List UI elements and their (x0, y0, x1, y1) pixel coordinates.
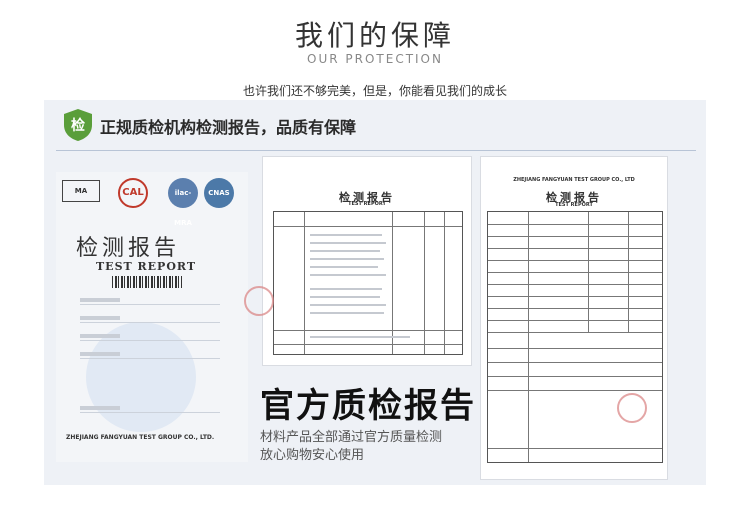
badge-char: 检 (71, 117, 85, 134)
test-report-cover: MA CAL ilac-MRA CNAS 检测报告 TEST REPORT ZH… (56, 172, 248, 462)
official-stamp (617, 393, 647, 423)
form-row (80, 314, 220, 323)
cma-logo: MA (62, 180, 100, 202)
report-table (487, 211, 663, 463)
official-stamp (244, 286, 274, 316)
report-title-en: TEST REPORT (555, 202, 593, 208)
form-row (80, 296, 220, 305)
page-title: 我们的保障 (294, 19, 455, 52)
form-row (80, 404, 220, 413)
report-title-en: TEST REPORT (348, 201, 386, 207)
test-report-detail-page: ZHEJIANG FANGYUAN TEST GROUP CO., LTD 检测… (480, 156, 668, 480)
promo-line-2: 放心购物安心使用 (260, 448, 365, 463)
company-header: ZHEJIANG FANGYUAN TEST GROUP CO., LTD (513, 177, 635, 183)
promo-headline: 官方质检报告 (260, 386, 476, 426)
page-subtitle: OUR PROTECTION (307, 52, 443, 66)
divider (56, 150, 696, 151)
banner-text: 正规质检机构检测报告，品质有保障 (100, 118, 357, 137)
report-title: 检测报告 (76, 236, 181, 261)
test-report-page: 检测报告 TEST REPORT (262, 156, 472, 366)
cal-logo: CAL (118, 178, 148, 208)
promo-line-1: 材料产品全部通过官方质量检测 (260, 430, 443, 445)
report-title-en: TEST REPORT (96, 260, 197, 273)
page-tagline: 也许我们还不够完美，但是，你能看见我们的成长 (242, 84, 507, 98)
certificate-panel: 检 正规质检机构检测报告，品质有保障 MA CAL ilac-MRA CNAS … (44, 100, 706, 485)
barcode (112, 276, 182, 288)
form-row (80, 332, 220, 341)
report-table (273, 211, 463, 355)
ilac-mra-logo: ilac-MRA (168, 178, 198, 227)
shield-check-icon: 检 (64, 109, 92, 141)
form-row (80, 350, 220, 359)
cnas-logo: CNAS (204, 178, 234, 208)
company-footer: ZHEJIANG FANGYUAN TEST GROUP CO., LTD. (66, 434, 215, 441)
